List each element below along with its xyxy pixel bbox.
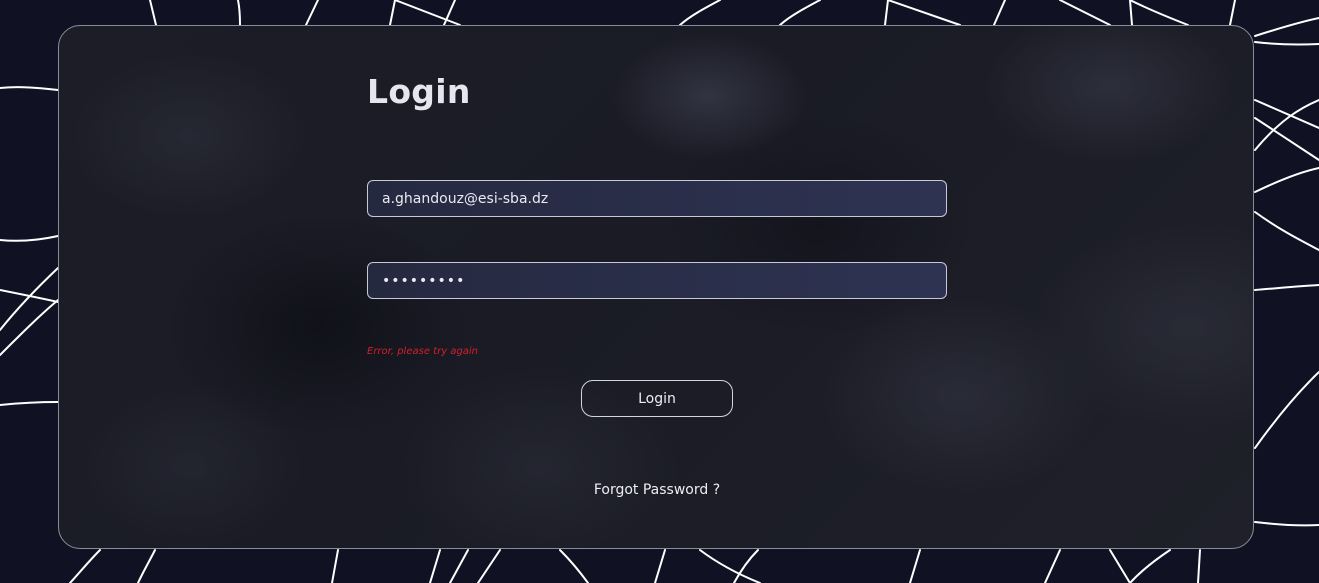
login-page: Login Error, please try again Login Forg… bbox=[0, 0, 1319, 583]
login-card: Login Error, please try again Login Forg… bbox=[58, 25, 1254, 549]
page-title: Login bbox=[367, 72, 471, 111]
email-field[interactable] bbox=[367, 180, 947, 217]
password-field[interactable] bbox=[367, 262, 947, 299]
login-button[interactable]: Login bbox=[581, 380, 733, 417]
error-message: Error, please try again bbox=[367, 346, 479, 357]
forgot-password-link[interactable]: Forgot Password ? bbox=[59, 482, 1253, 498]
